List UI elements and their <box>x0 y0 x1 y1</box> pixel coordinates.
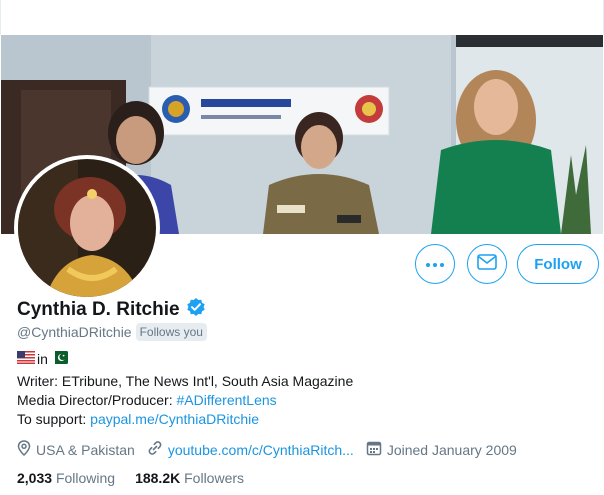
handle: @CynthiaDRitchie <box>17 324 132 340</box>
website-link[interactable]: youtube.com/c/CynthiaRitch... <box>168 442 354 458</box>
message-button[interactable] <box>467 244 507 284</box>
avatar[interactable] <box>14 155 160 301</box>
following-count: 2,033 <box>17 470 53 486</box>
location-pin-icon <box>17 440 31 459</box>
paypal-link[interactable]: paypal.me/CynthiaDRitchie <box>90 411 259 427</box>
following-label: Following <box>55 470 116 486</box>
follows-you-badge: Follows you <box>135 323 207 341</box>
follow-label: Follow <box>534 255 582 273</box>
more-button[interactable] <box>415 244 455 284</box>
hashtag-link[interactable]: #ADifferentLens <box>177 392 277 408</box>
website: youtube.com/c/CynthiaRitch... <box>147 440 354 459</box>
location-text: USA & Pakistan <box>36 441 135 458</box>
location: USA & Pakistan <box>17 440 135 459</box>
verified-badge-icon <box>186 297 206 322</box>
handle-row: @CynthiaDRitchie Follows you <box>17 323 207 341</box>
flags-row: in <box>17 351 68 367</box>
followers-label: Followers <box>184 470 245 486</box>
bio-line-3: To support: paypal.me/CynthiaDRitchie <box>17 411 260 427</box>
follow-button[interactable]: Follow <box>517 244 599 284</box>
bio-line-2: Media Director/Producer: #ADifferentLens <box>17 392 277 408</box>
envelope-icon <box>477 253 497 275</box>
top-spacer <box>0 0 604 35</box>
more-icon <box>425 255 445 273</box>
followers-count: 188.2K <box>135 470 181 486</box>
avatar-image <box>18 159 156 297</box>
followers-stat[interactable]: 188.2K Followers <box>135 470 244 486</box>
profile-name-row: Cynthia D. Ritchie <box>17 297 206 322</box>
bio: Writer: ETribune, The News Int'l, South … <box>17 372 353 429</box>
join-date-text: Joined January 2009 <box>386 441 517 458</box>
display-name: Cynthia D. Ritchie <box>17 298 180 320</box>
join-date: Joined January 2009 <box>366 440 517 459</box>
link-icon <box>147 440 163 459</box>
us-flag-icon <box>17 351 35 367</box>
profile-meta: USA & Pakistan youtube.com/c/CynthiaRitc… <box>17 440 529 459</box>
follow-stats: 2,033 Following 188.2K Followers <box>17 470 264 486</box>
flags-connector-text: in <box>37 351 48 367</box>
following-stat[interactable]: 2,033 Following <box>17 470 115 486</box>
pakistan-flag-icon <box>49 351 68 367</box>
calendar-icon <box>366 440 382 459</box>
bio-line-1: Writer: ETribune, The News Int'l, South … <box>17 373 354 389</box>
